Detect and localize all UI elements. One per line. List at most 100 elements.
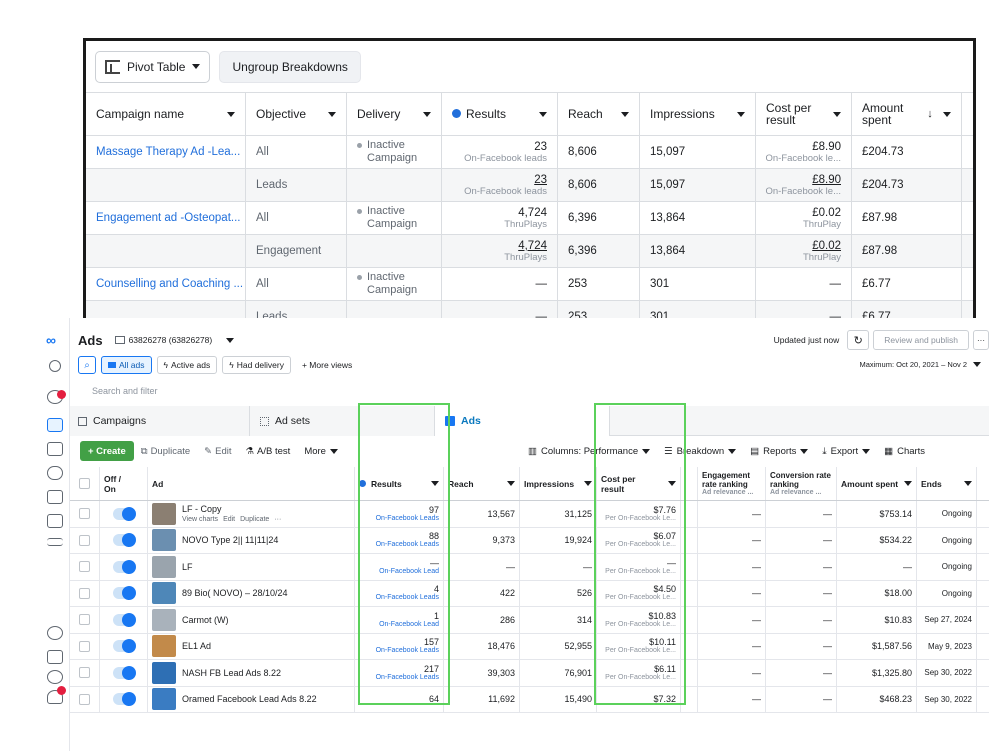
- row-select-cell[interactable]: [70, 633, 100, 659]
- export-button[interactable]: ⤓ Export: [815, 441, 877, 461]
- select-all-checkbox[interactable]: [79, 478, 90, 489]
- campaign-link[interactable]: Massage Therapy Ad -Lea...: [96, 146, 240, 158]
- row-checkbox[interactable]: [79, 667, 90, 679]
- active-ads-view[interactable]: ϟ Active ads: [156, 356, 218, 374]
- charts-button[interactable]: ▦ Charts: [877, 441, 932, 461]
- more-icon[interactable]: ···: [274, 516, 281, 523]
- row-checkbox[interactable]: [79, 640, 90, 652]
- breakdown-button[interactable]: ☰ Breakdown: [657, 441, 743, 461]
- ad-toggle[interactable]: [112, 639, 136, 654]
- toggle-cell[interactable]: [100, 554, 148, 580]
- menu-icon[interactable]: [47, 538, 63, 546]
- col-cost-per-result[interactable]: Cost per result: [756, 93, 852, 135]
- ad-name-cell[interactable]: Carmot (W): [148, 607, 355, 633]
- campaign-name-cell[interactable]: [86, 169, 246, 201]
- ad-name[interactable]: EL1 Ad: [182, 641, 211, 651]
- tab-ad-sets[interactable]: Ad sets: [250, 406, 435, 436]
- search-filter-input[interactable]: Search and filter: [70, 386, 989, 406]
- ad-name[interactable]: NOVO Type 2|| 11|11|24: [182, 535, 278, 545]
- row-checkbox[interactable]: [79, 587, 90, 599]
- account-selector[interactable]: 63826278 (63826278): [114, 335, 235, 345]
- create-button[interactable]: + Create: [80, 441, 134, 461]
- col-cost-per-result[interactable]: Cost per result: [597, 467, 681, 500]
- col-results[interactable]: Results: [442, 93, 558, 135]
- tab-ads[interactable]: Ads: [435, 406, 610, 436]
- ad-toggle[interactable]: [112, 559, 136, 574]
- col-amount-spent[interactable]: Amount spent ↓: [852, 93, 962, 135]
- row-checkbox[interactable]: [79, 614, 90, 626]
- ad-name-cell[interactable]: 89 Bio( NOVO) – 28/10/24: [148, 580, 355, 606]
- row-select-cell[interactable]: [70, 501, 100, 527]
- toggle-cell[interactable]: [100, 660, 148, 686]
- col-ad[interactable]: Ad: [148, 467, 355, 500]
- col-conversion-ranking[interactable]: Conversion rate ranking Ad relevance ...: [766, 467, 837, 500]
- ad-name[interactable]: LF: [182, 562, 193, 572]
- pages-icon[interactable]: [47, 442, 63, 456]
- date-range-picker[interactable]: Maximum: Oct 20, 2021 – Nov 2: [859, 360, 981, 369]
- toggle-cell[interactable]: [100, 633, 148, 659]
- ad-name-cell[interactable]: LF: [148, 554, 355, 580]
- toggle-cell[interactable]: [100, 527, 148, 553]
- search-button[interactable]: ⌕: [78, 356, 96, 374]
- refresh-button[interactable]: ↻: [847, 330, 870, 350]
- ungroup-breakdowns-button[interactable]: Ungroup Breakdowns: [219, 50, 361, 83]
- duplicate-button[interactable]: ⧉ Duplicate: [134, 441, 197, 461]
- ad-name-cell[interactable]: EL1 Ad: [148, 633, 355, 659]
- row-checkbox[interactable]: [79, 693, 90, 705]
- settings-icon[interactable]: [47, 670, 63, 684]
- col-amount-spent[interactable]: Amount spent: [837, 467, 917, 500]
- ad-toggle[interactable]: [112, 665, 136, 680]
- row-checkbox[interactable]: [79, 561, 90, 573]
- ad-name[interactable]: Oramed Facebook Lead Ads 8.22: [182, 694, 317, 704]
- ad-toggle[interactable]: [112, 586, 136, 601]
- report-icon[interactable]: [47, 650, 63, 664]
- toggle-cell[interactable]: [100, 501, 148, 527]
- had-delivery-view[interactable]: ϟ Had delivery: [222, 356, 291, 374]
- campaign-name-cell[interactable]: Engagement ad -Osteopat...: [86, 202, 246, 234]
- row-select-cell[interactable]: [70, 554, 100, 580]
- col-off-on[interactable]: Off / On: [100, 467, 148, 500]
- audiences-icon[interactable]: [47, 466, 63, 480]
- select-all-cell[interactable]: [70, 467, 100, 500]
- col-campaign-name[interactable]: Campaign name: [86, 93, 246, 135]
- ad-name[interactable]: 89 Bio( NOVO) – 28/10/24: [182, 588, 288, 598]
- row-select-cell[interactable]: [70, 607, 100, 633]
- col-ends[interactable]: Ends: [917, 467, 977, 500]
- edit-link[interactable]: Edit: [223, 516, 235, 523]
- ad-name-cell[interactable]: NOVO Type 2|| 11|11|24: [148, 527, 355, 553]
- ad-toggle[interactable]: [112, 612, 136, 627]
- col-objective[interactable]: Objective: [246, 93, 347, 135]
- toggle-cell[interactable]: [100, 686, 148, 712]
- col-engagement-ranking[interactable]: Engagement rate ranking Ad relevance ...: [698, 467, 766, 500]
- ad-name[interactable]: Carmot (W): [182, 615, 229, 625]
- col-delivery[interactable]: Delivery: [347, 93, 442, 135]
- more-button[interactable]: More: [297, 441, 345, 461]
- campaign-icon[interactable]: [47, 514, 63, 528]
- review-publish-button[interactable]: Review and publish: [873, 330, 969, 350]
- col-reach[interactable]: Reach: [558, 93, 640, 135]
- view-charts-link[interactable]: View charts: [182, 516, 218, 523]
- ab-test-button[interactable]: ⚗ A/B test: [239, 441, 298, 461]
- row-select-cell[interactable]: [70, 580, 100, 606]
- ad-toggle[interactable]: [112, 506, 136, 521]
- ads-manager-icon[interactable]: [47, 418, 63, 432]
- campaign-name-cell[interactable]: Counselling and Coaching ...: [86, 268, 246, 300]
- all-ads-view[interactable]: All ads: [101, 356, 152, 374]
- duplicate-link[interactable]: Duplicate: [240, 516, 269, 523]
- col-results[interactable]: Results: [355, 467, 444, 500]
- more-options-icon[interactable]: ···: [973, 330, 989, 350]
- reports-button[interactable]: ▤ Reports: [743, 441, 815, 461]
- more-views-link[interactable]: + More views: [296, 356, 358, 374]
- campaign-link[interactable]: Counselling and Coaching ...: [96, 278, 243, 290]
- ad-name[interactable]: NASH FB Lead Ads 8.22: [182, 668, 281, 678]
- ad-name[interactable]: LF - Copy: [182, 504, 281, 514]
- tab-campaigns[interactable]: Campaigns: [70, 406, 250, 436]
- billing-icon[interactable]: [47, 490, 63, 504]
- col-reach[interactable]: Reach: [444, 467, 520, 500]
- meta-logo-icon[interactable]: ∞: [46, 332, 56, 348]
- campaign-name-cell[interactable]: Massage Therapy Ad -Lea...: [86, 136, 246, 168]
- campaign-name-cell[interactable]: [86, 235, 246, 267]
- row-select-cell[interactable]: [70, 660, 100, 686]
- campaign-name-cell[interactable]: [86, 301, 246, 318]
- row-checkbox[interactable]: [79, 508, 90, 520]
